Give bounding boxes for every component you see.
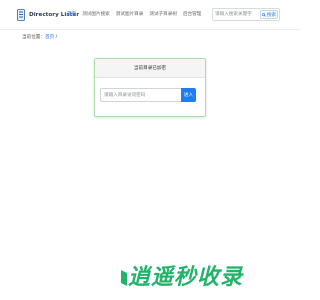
nav-item-admin[interactable]: 后台管理: [183, 10, 201, 19]
search-icon: [261, 12, 266, 17]
search-box: 搜索: [212, 8, 280, 21]
breadcrumb: 当前位置：首页 /: [22, 34, 57, 40]
enter-button[interactable]: 进入: [181, 88, 196, 102]
password-panel: 当前目录已加密 进入: [94, 58, 206, 117]
nav-item-subdirectory-tree[interactable]: 测试子目录树: [149, 10, 177, 19]
breadcrumb-prefix: 当前位置：: [22, 35, 45, 40]
breadcrumb-separator: /: [55, 35, 58, 40]
password-input-group: 进入: [100, 88, 196, 102]
nav-item-image-directory[interactable]: 测试图片目录: [116, 10, 144, 19]
watermark-text: 逍遥秒收录: [128, 265, 244, 290]
watermark: 逍遥秒收录: [120, 264, 270, 292]
top-header: Directory Lister 首页 测试图片搜索 测试图片目录 测试子目录树…: [0, 0, 300, 30]
nav-item-home[interactable]: 首页: [67, 10, 76, 19]
search-button-label: 搜索: [266, 12, 277, 18]
search-button[interactable]: 搜索: [260, 10, 278, 19]
nav-item-image-search[interactable]: 测试图片搜索: [82, 10, 110, 19]
main-nav: 首页 测试图片搜索 测试图片目录 测试子目录树 后台管理: [67, 10, 201, 19]
breadcrumb-home-link[interactable]: 首页: [45, 35, 54, 40]
directory-lister-logo-icon: [17, 9, 25, 21]
panel-title: 当前目录已加密: [95, 59, 205, 78]
watermark-accent-icon: [121, 270, 127, 286]
directory-password-input[interactable]: [100, 88, 181, 102]
search-input[interactable]: [215, 10, 261, 19]
